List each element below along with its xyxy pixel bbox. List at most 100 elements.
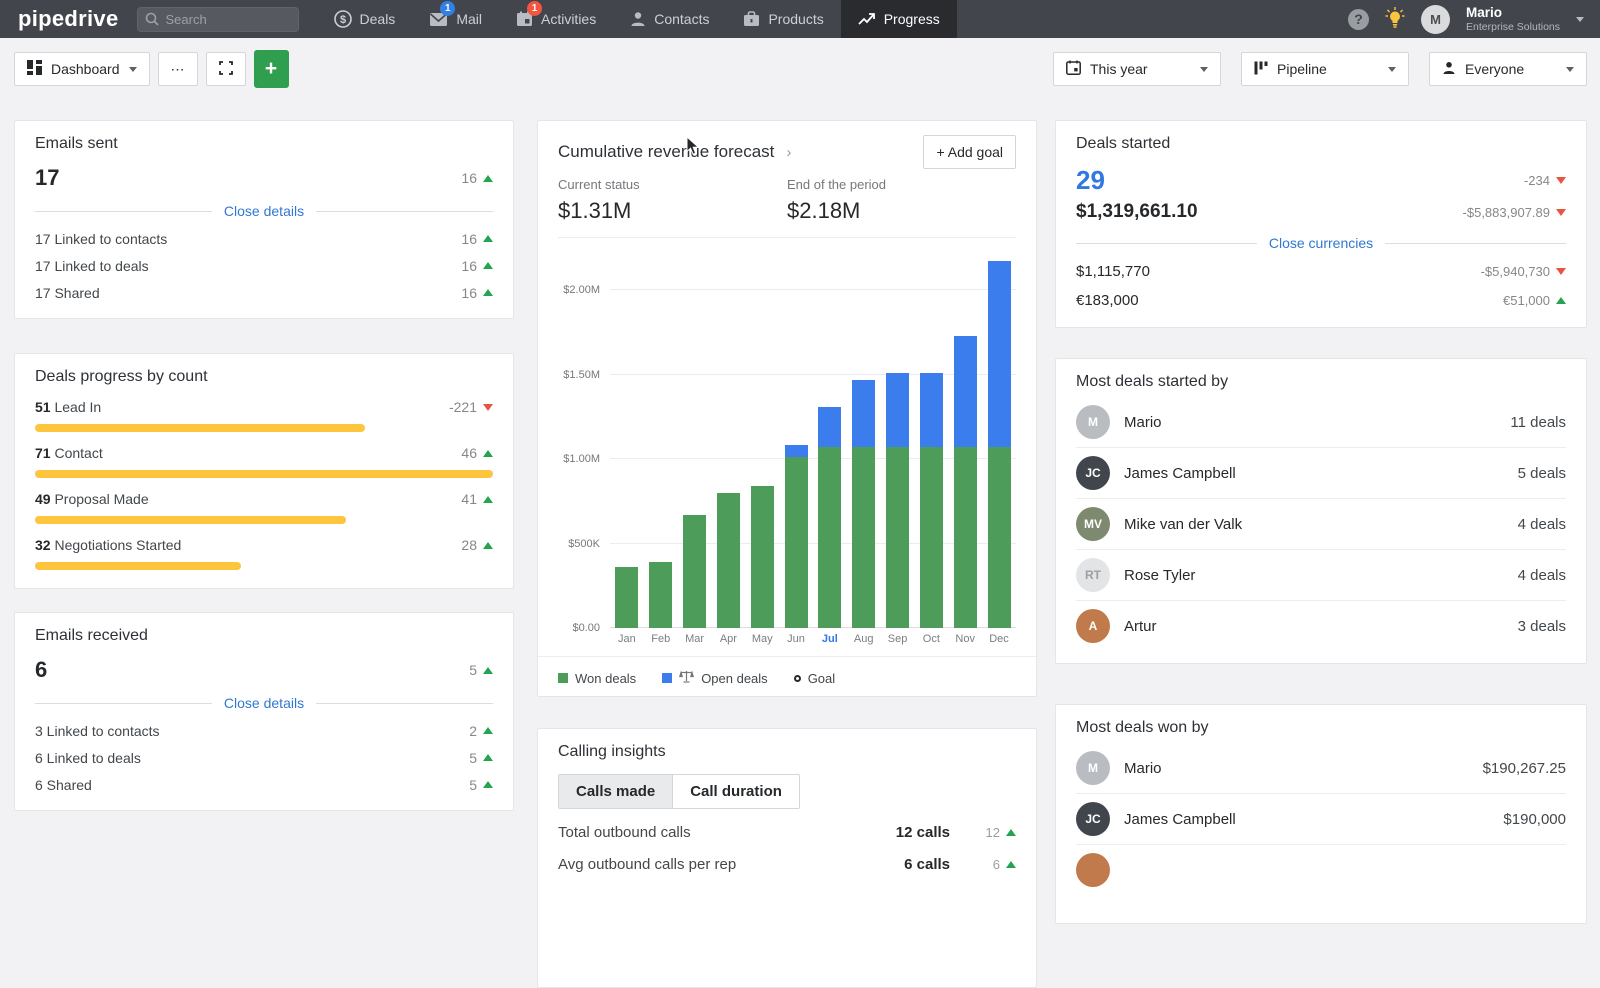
card-title: Deals started <box>1076 135 1566 153</box>
nav-item-activities[interactable]: Activities 1 <box>499 0 613 38</box>
chart-bar-oct[interactable] <box>920 373 943 628</box>
won-deals-segment <box>852 447 875 628</box>
user-meta[interactable]: Mario Enterprise Solutions <box>1466 5 1560 33</box>
activities-badge: 1 <box>527 1 542 16</box>
fullscreen-icon <box>219 61 233 78</box>
currency-row: $1,115,770 -$5,940,730 <box>1076 257 1566 286</box>
open-deals-segment <box>785 445 808 457</box>
period-filter-label: This year <box>1090 61 1148 77</box>
avatar: M <box>1076 405 1110 439</box>
person-row[interactable] <box>1076 845 1566 895</box>
nav-item-mail[interactable]: Mail 1 <box>412 0 499 38</box>
filters: This year Pipeline Everyone <box>1053 52 1587 86</box>
close-details-link[interactable]: Close details <box>224 203 304 219</box>
lightbulb-icon[interactable] <box>1385 7 1405 32</box>
won-deals-segment <box>988 447 1011 628</box>
emails-received-card: Emails received 6 5 Close details 3 Link… <box>14 612 514 811</box>
trend-up-icon <box>1006 829 1016 836</box>
close-details-link[interactable]: Close details <box>224 695 304 711</box>
user-company: Enterprise Solutions <box>1466 21 1560 33</box>
chart-bar-nov[interactable] <box>954 336 977 628</box>
x-axis-label: Feb <box>644 633 678 645</box>
nav-item-progress[interactable]: Progress <box>841 0 957 38</box>
chart-bar-dec[interactable] <box>988 261 1011 628</box>
add-goal-button[interactable]: + Add goal <box>923 135 1016 169</box>
chart-bar-may[interactable] <box>751 486 774 628</box>
nav-right: ? M Mario Enterprise Solutions <box>1348 0 1600 38</box>
x-axis-label: May <box>745 633 779 645</box>
dashboard-caret-icon <box>129 67 137 76</box>
trend-down-icon <box>1556 177 1566 184</box>
user-menu-caret-icon[interactable] <box>1576 17 1584 26</box>
legend-goal[interactable]: Goal <box>794 671 835 686</box>
avatar: MV <box>1076 507 1110 541</box>
owner-filter[interactable]: Everyone <box>1429 52 1587 86</box>
trend-up-icon <box>483 175 493 182</box>
pipedrive-logo: pipedrive <box>0 0 137 38</box>
chart-xlabels: JanFebMarAprMayJunJulAugSepOctNovDec <box>610 633 1016 645</box>
person-row[interactable]: JCJames Campbell$190,000 <box>1076 794 1566 845</box>
search-input[interactable] <box>137 7 299 32</box>
trend: 5 <box>469 662 493 678</box>
won-deals-segment <box>649 562 672 628</box>
trend-up-icon <box>483 727 493 734</box>
revenue-forecast-card: Cumulative revenue forecast › + Add goal… <box>537 120 1037 697</box>
more-options-button[interactable]: ⋯ <box>158 52 198 86</box>
chart-bar-aug[interactable] <box>852 380 875 628</box>
pipeline-filter[interactable]: Pipeline <box>1241 52 1409 86</box>
person-row[interactable]: JCJames Campbell5 deals <box>1076 448 1566 499</box>
x-axis-label: Sep <box>881 633 915 645</box>
nav-item-products[interactable]: Products <box>726 0 840 38</box>
trend-up-icon <box>483 235 493 242</box>
trend-down-icon <box>483 404 493 411</box>
fullscreen-button[interactable] <box>206 52 246 86</box>
tab-calls-made[interactable]: Calls made <box>559 775 672 808</box>
period-filter[interactable]: This year <box>1053 52 1221 86</box>
detail-row: 17 Linked to deals16 <box>35 252 493 279</box>
progress-row: 71 Contact46 <box>35 445 493 478</box>
x-axis-label: Apr <box>711 633 745 645</box>
close-currencies-link[interactable]: Close currencies <box>1269 235 1373 251</box>
x-axis-label: Jul <box>813 633 847 645</box>
add-report-button[interactable]: + <box>254 50 289 88</box>
person-row[interactable]: RTRose Tyler4 deals <box>1076 550 1566 601</box>
dashboard-selector-button[interactable]: Dashboard <box>14 52 150 86</box>
calling-tabs: Calls made Call duration <box>558 774 800 809</box>
chart-bar-sep[interactable] <box>886 373 909 628</box>
period-caret-icon <box>1200 67 1208 76</box>
person-row[interactable]: AArtur3 deals <box>1076 601 1566 651</box>
person-row[interactable]: MMario11 deals <box>1076 397 1566 448</box>
won-deals-segment <box>683 515 706 628</box>
chart-bar-jan[interactable] <box>615 567 638 628</box>
current-status-stat: Current status $1.31M <box>558 177 787 224</box>
trend-up-icon <box>483 262 493 269</box>
middle-column: Cumulative revenue forecast › + Add goal… <box>537 120 1037 988</box>
nav-item-deals[interactable]: $ Deals <box>317 0 413 38</box>
calling-insights-card: Calling insights Calls made Call duratio… <box>537 728 1037 988</box>
help-icon[interactable]: ? <box>1348 9 1369 30</box>
chart-bar-feb[interactable] <box>649 562 672 628</box>
chart-bar-jul[interactable] <box>818 407 841 628</box>
person-row[interactable]: MVMike van der Valk4 deals <box>1076 499 1566 550</box>
chart-bar-mar[interactable] <box>683 515 706 628</box>
legend-open-deals[interactable]: Open deals <box>662 670 768 686</box>
deals-progress-card: Deals progress by count 51 Lead In-221 7… <box>14 353 514 589</box>
card-title[interactable]: Cumulative revenue forecast <box>558 142 774 162</box>
legend-won-deals[interactable]: Won deals <box>558 671 636 686</box>
detail-row: 17 Shared16 <box>35 279 493 306</box>
person-row[interactable]: MMario$190,267.25 <box>1076 743 1566 794</box>
trend-up-icon <box>483 754 493 761</box>
chart-bar-jun[interactable] <box>785 445 808 628</box>
tab-call-duration[interactable]: Call duration <box>672 775 799 808</box>
contacts-icon <box>630 11 646 27</box>
user-avatar[interactable]: M <box>1421 5 1450 34</box>
deals-started-card: Deals started 29 -234 $1,319,661.10 -$5,… <box>1055 120 1587 328</box>
chart-legend: Won deals Open deals Goal <box>538 656 1036 688</box>
open-deals-segment <box>988 261 1011 447</box>
progress-bar <box>35 470 493 478</box>
goal-dot-icon <box>794 675 801 682</box>
trend-up-icon <box>1556 297 1566 304</box>
nav-item-contacts[interactable]: Contacts <box>613 0 726 38</box>
nav-item-label: Products <box>768 11 823 27</box>
chart-bar-apr[interactable] <box>717 493 740 628</box>
